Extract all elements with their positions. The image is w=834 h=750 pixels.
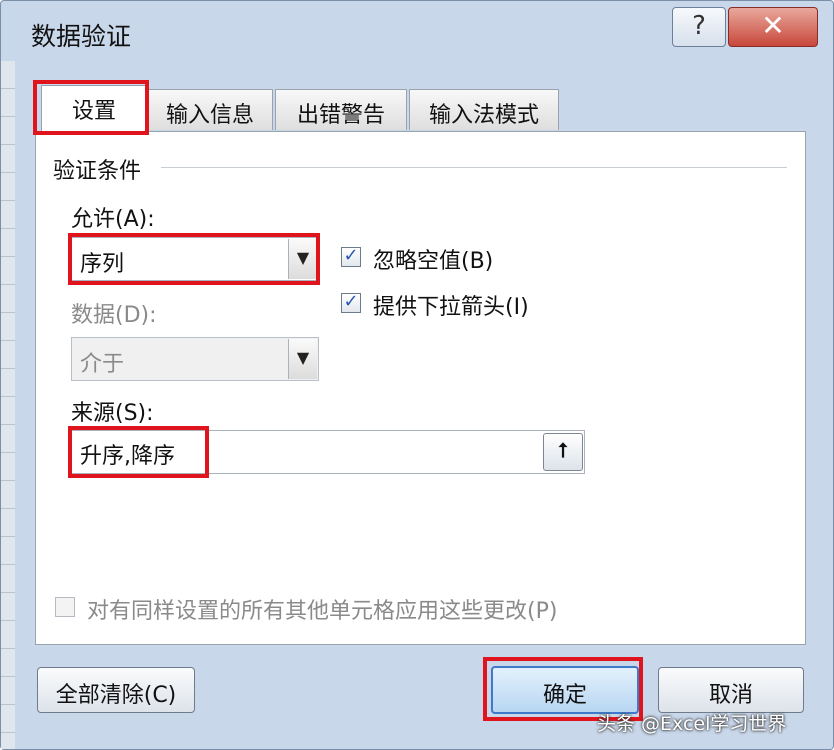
- clear-all-button[interactable]: 全部清除(C): [37, 667, 195, 713]
- tab-label: 输入法模式: [428, 103, 539, 128]
- collapse-dialog-button[interactable]: ⭡: [543, 433, 583, 471]
- ignore-blank-checkbox[interactable]: ✓: [341, 245, 361, 267]
- validation-criteria-label: 验证条件: [53, 153, 146, 185]
- help-button[interactable]: ?: [672, 7, 726, 47]
- dropdown-arrow-checkbox[interactable]: ✓: [341, 291, 361, 313]
- help-icon: ?: [692, 11, 706, 41]
- cancel-label: 取消: [708, 683, 753, 708]
- cancel-button[interactable]: 取消: [658, 667, 804, 713]
- upload-arrow-icon: ⭡: [558, 438, 568, 462]
- watermark-text: 头条 @Excel学习世界: [597, 713, 787, 735]
- clear-all-label: 全部清除(C): [55, 683, 177, 708]
- tab-ime-mode[interactable]: 输入法模式: [409, 89, 559, 130]
- source-label: 来源(S):: [71, 401, 154, 426]
- data-value: 介于: [80, 352, 125, 377]
- check-icon: ✓: [343, 245, 359, 266]
- data-dropdown-button: ▼: [288, 339, 317, 379]
- tab-input-message[interactable]: 输入信息: [147, 89, 273, 130]
- check-icon: ✓: [343, 291, 359, 312]
- ok-label: 确定: [542, 683, 587, 708]
- dialog-title: 数据验证: [31, 22, 132, 51]
- source-input[interactable]: 升序,降序: [71, 430, 585, 474]
- source-value: 升序,降序: [80, 444, 175, 469]
- apply-all-checkbox: [55, 597, 75, 617]
- close-button[interactable]: ✕: [728, 7, 818, 47]
- tab-label: 设置: [71, 99, 116, 124]
- dropdown-arrow-label: 提供下拉箭头(I): [373, 295, 529, 320]
- allow-dropdown-button[interactable]: ▼: [288, 239, 317, 279]
- title-bar: 数据验证 ? ✕: [1, 1, 833, 65]
- chevron-down-icon: ▼: [296, 348, 310, 367]
- allow-select[interactable]: 序列 ▼: [71, 237, 319, 281]
- close-icon: ✕: [761, 9, 785, 42]
- data-validation-dialog: 数据验证 ? ✕ 设置 输入信息 出错警告 输入法模式 验证条件 允许(A): …: [0, 0, 834, 750]
- data-label: 数据(D):: [71, 303, 157, 328]
- tab-error-alert[interactable]: 出错警告: [275, 89, 407, 130]
- chevron-down-icon: ▼: [296, 248, 310, 267]
- data-select: 介于 ▼: [71, 337, 319, 381]
- allow-label: 允许(A):: [71, 207, 155, 232]
- background-sheet-strip: [1, 61, 15, 749]
- ok-button[interactable]: 确定: [491, 666, 639, 714]
- group-divider: [161, 167, 787, 168]
- apply-all-label: 对有同样设置的所有其他单元格应用这些更改(P): [87, 599, 558, 624]
- allow-value: 序列: [80, 252, 125, 277]
- ignore-blank-label: 忽略空值(B): [373, 249, 494, 274]
- tab-label: 输入信息: [165, 103, 254, 128]
- tab-label: 出错警告: [296, 103, 385, 128]
- tab-settings[interactable]: 设置: [41, 85, 147, 134]
